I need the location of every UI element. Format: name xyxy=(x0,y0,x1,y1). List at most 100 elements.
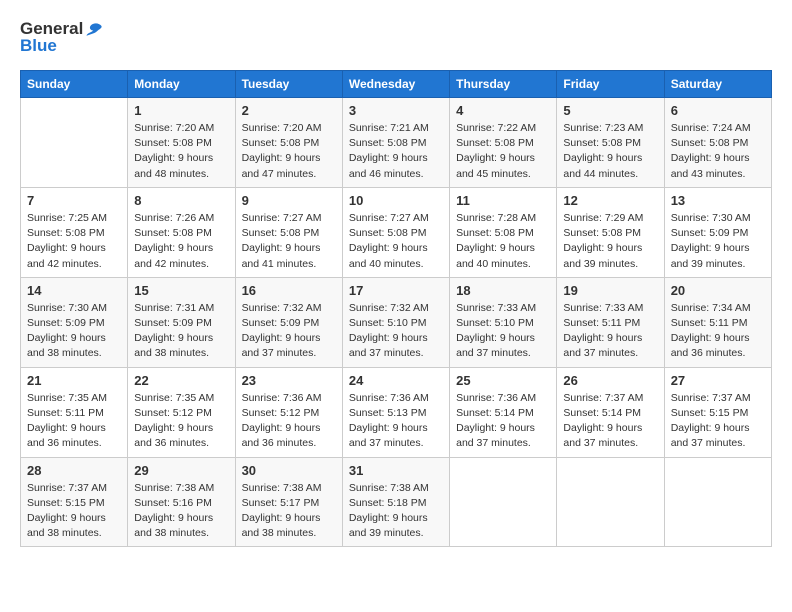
weekday-header: Saturday xyxy=(664,71,771,98)
calendar-cell: 4 Sunrise: 7:22 AM Sunset: 5:08 PM Daylig… xyxy=(450,98,557,188)
calendar-cell: 16 Sunrise: 7:32 AM Sunset: 5:09 PM Dayli… xyxy=(235,277,342,367)
day-number: 16 xyxy=(242,283,336,298)
day-number: 12 xyxy=(563,193,657,208)
day-info: Sunrise: 7:37 AM Sunset: 5:14 PM Dayligh… xyxy=(563,391,657,452)
day-info: Sunrise: 7:33 AM Sunset: 5:10 PM Dayligh… xyxy=(456,301,550,362)
day-number: 29 xyxy=(134,463,228,478)
calendar-cell: 30 Sunrise: 7:38 AM Sunset: 5:17 PM Dayli… xyxy=(235,457,342,547)
day-info: Sunrise: 7:38 AM Sunset: 5:18 PM Dayligh… xyxy=(349,481,443,542)
day-info: Sunrise: 7:20 AM Sunset: 5:08 PM Dayligh… xyxy=(134,121,228,182)
day-info: Sunrise: 7:21 AM Sunset: 5:08 PM Dayligh… xyxy=(349,121,443,182)
calendar-cell: 14Sunrise: 7:30 AM Sunset: 5:09 PM Dayli… xyxy=(21,277,128,367)
calendar-cell: 8 Sunrise: 7:26 AM Sunset: 5:08 PM Daylig… xyxy=(128,187,235,277)
day-number: 8 xyxy=(134,193,228,208)
calendar-cell: 15Sunrise: 7:31 AM Sunset: 5:09 PM Dayli… xyxy=(128,277,235,367)
calendar-cell: 29Sunrise: 7:38 AM Sunset: 5:16 PM Dayli… xyxy=(128,457,235,547)
calendar-cell: 6 Sunrise: 7:24 AM Sunset: 5:08 PM Daylig… xyxy=(664,98,771,188)
calendar-week-row: 21Sunrise: 7:35 AM Sunset: 5:11 PM Dayli… xyxy=(21,367,772,457)
calendar-cell xyxy=(21,98,128,188)
day-number: 11 xyxy=(456,193,550,208)
calendar-cell: 5 Sunrise: 7:23 AM Sunset: 5:08 PM Daylig… xyxy=(557,98,664,188)
weekday-header: Sunday xyxy=(21,71,128,98)
calendar-cell: 28 Sunrise: 7:37 AM Sunset: 5:15 PM Dayli… xyxy=(21,457,128,547)
calendar-cell: 12 Sunrise: 7:29 AM Sunset: 5:08 PM Dayli… xyxy=(557,187,664,277)
day-info: Sunrise: 7:31 AM Sunset: 5:09 PM Dayligh… xyxy=(134,301,228,362)
day-info: Sunrise: 7:26 AM Sunset: 5:08 PM Dayligh… xyxy=(134,211,228,272)
day-number: 22 xyxy=(134,373,228,388)
calendar-cell: 20 Sunrise: 7:34 AM Sunset: 5:11 PM Dayli… xyxy=(664,277,771,367)
day-number: 13 xyxy=(671,193,765,208)
calendar-cell: 7 Sunrise: 7:25 AM Sunset: 5:08 PM Daylig… xyxy=(21,187,128,277)
logo: General Blue xyxy=(20,20,103,54)
day-info: Sunrise: 7:37 AM Sunset: 5:15 PM Dayligh… xyxy=(27,481,121,542)
calendar-week-row: 7 Sunrise: 7:25 AM Sunset: 5:08 PM Daylig… xyxy=(21,187,772,277)
weekday-header: Friday xyxy=(557,71,664,98)
day-number: 20 xyxy=(671,283,765,298)
calendar-cell: 24 Sunrise: 7:36 AM Sunset: 5:13 PM Dayli… xyxy=(342,367,449,457)
day-info: Sunrise: 7:22 AM Sunset: 5:08 PM Dayligh… xyxy=(456,121,550,182)
day-info: Sunrise: 7:30 AM Sunset: 5:09 PM Dayligh… xyxy=(671,211,765,272)
weekday-header: Tuesday xyxy=(235,71,342,98)
calendar-cell: 22 Sunrise: 7:35 AM Sunset: 5:12 PM Dayli… xyxy=(128,367,235,457)
day-number: 5 xyxy=(563,103,657,118)
calendar-week-row: 1 Sunrise: 7:20 AM Sunset: 5:08 PM Daylig… xyxy=(21,98,772,188)
day-number: 23 xyxy=(242,373,336,388)
day-info: Sunrise: 7:32 AM Sunset: 5:10 PM Dayligh… xyxy=(349,301,443,362)
day-info: Sunrise: 7:27 AM Sunset: 5:08 PM Dayligh… xyxy=(242,211,336,272)
day-info: Sunrise: 7:27 AM Sunset: 5:08 PM Dayligh… xyxy=(349,211,443,272)
day-number: 17 xyxy=(349,283,443,298)
weekday-header: Wednesday xyxy=(342,71,449,98)
day-number: 2 xyxy=(242,103,336,118)
calendar-week-row: 14Sunrise: 7:30 AM Sunset: 5:09 PM Dayli… xyxy=(21,277,772,367)
day-number: 21 xyxy=(27,373,121,388)
day-info: Sunrise: 7:38 AM Sunset: 5:17 PM Dayligh… xyxy=(242,481,336,542)
calendar-table: SundayMondayTuesdayWednesdayThursdayFrid… xyxy=(20,70,772,547)
logo-blue: Blue xyxy=(20,37,103,54)
weekday-header: Thursday xyxy=(450,71,557,98)
day-info: Sunrise: 7:24 AM Sunset: 5:08 PM Dayligh… xyxy=(671,121,765,182)
day-number: 1 xyxy=(134,103,228,118)
day-number: 3 xyxy=(349,103,443,118)
calendar-header-row: SundayMondayTuesdayWednesdayThursdayFrid… xyxy=(21,71,772,98)
bird-icon xyxy=(85,21,103,37)
day-number: 7 xyxy=(27,193,121,208)
calendar-week-row: 28 Sunrise: 7:37 AM Sunset: 5:15 PM Dayli… xyxy=(21,457,772,547)
calendar-cell: 26 Sunrise: 7:37 AM Sunset: 5:14 PM Dayli… xyxy=(557,367,664,457)
calendar-cell xyxy=(450,457,557,547)
day-info: Sunrise: 7:36 AM Sunset: 5:12 PM Dayligh… xyxy=(242,391,336,452)
day-info: Sunrise: 7:35 AM Sunset: 5:12 PM Dayligh… xyxy=(134,391,228,452)
day-number: 27 xyxy=(671,373,765,388)
day-number: 18 xyxy=(456,283,550,298)
day-info: Sunrise: 7:36 AM Sunset: 5:13 PM Dayligh… xyxy=(349,391,443,452)
day-number: 26 xyxy=(563,373,657,388)
calendar-cell: 19Sunrise: 7:33 AM Sunset: 5:11 PM Dayli… xyxy=(557,277,664,367)
calendar-cell: 13 Sunrise: 7:30 AM Sunset: 5:09 PM Dayli… xyxy=(664,187,771,277)
day-info: Sunrise: 7:28 AM Sunset: 5:08 PM Dayligh… xyxy=(456,211,550,272)
day-info: Sunrise: 7:32 AM Sunset: 5:09 PM Dayligh… xyxy=(242,301,336,362)
day-info: Sunrise: 7:36 AM Sunset: 5:14 PM Dayligh… xyxy=(456,391,550,452)
day-number: 4 xyxy=(456,103,550,118)
day-number: 31 xyxy=(349,463,443,478)
calendar-cell xyxy=(557,457,664,547)
calendar-cell: 21Sunrise: 7:35 AM Sunset: 5:11 PM Dayli… xyxy=(21,367,128,457)
calendar-cell: 3 Sunrise: 7:21 AM Sunset: 5:08 PM Daylig… xyxy=(342,98,449,188)
day-number: 25 xyxy=(456,373,550,388)
day-info: Sunrise: 7:20 AM Sunset: 5:08 PM Dayligh… xyxy=(242,121,336,182)
day-info: Sunrise: 7:29 AM Sunset: 5:08 PM Dayligh… xyxy=(563,211,657,272)
day-number: 9 xyxy=(242,193,336,208)
calendar-cell: 25 Sunrise: 7:36 AM Sunset: 5:14 PM Dayli… xyxy=(450,367,557,457)
day-info: Sunrise: 7:25 AM Sunset: 5:08 PM Dayligh… xyxy=(27,211,121,272)
day-number: 6 xyxy=(671,103,765,118)
day-info: Sunrise: 7:30 AM Sunset: 5:09 PM Dayligh… xyxy=(27,301,121,362)
day-info: Sunrise: 7:23 AM Sunset: 5:08 PM Dayligh… xyxy=(563,121,657,182)
weekday-header: Monday xyxy=(128,71,235,98)
day-number: 28 xyxy=(27,463,121,478)
calendar-cell: 17 Sunrise: 7:32 AM Sunset: 5:10 PM Dayli… xyxy=(342,277,449,367)
calendar-cell xyxy=(664,457,771,547)
page-header: General Blue xyxy=(20,20,772,54)
day-info: Sunrise: 7:34 AM Sunset: 5:11 PM Dayligh… xyxy=(671,301,765,362)
day-number: 24 xyxy=(349,373,443,388)
day-number: 30 xyxy=(242,463,336,478)
day-number: 19 xyxy=(563,283,657,298)
calendar-cell: 10Sunrise: 7:27 AM Sunset: 5:08 PM Dayli… xyxy=(342,187,449,277)
